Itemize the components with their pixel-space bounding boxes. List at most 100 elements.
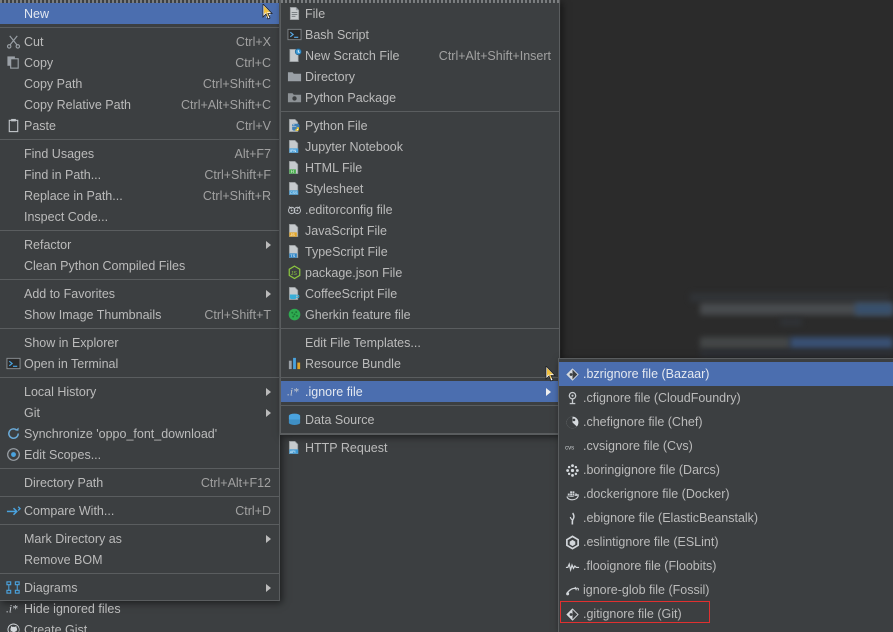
ignore-file-submenu[interactable]: .bzrignore file (Bazaar) .cfignore file (… — [558, 358, 893, 632]
menu-item-create-gist[interactable]: Create Gist... — [0, 619, 279, 632]
no-icon — [2, 552, 24, 568]
ignore-item-ignore-glob[interactable]: ignore-glob file (Fossil) — [559, 578, 893, 602]
ignore-item-eslintignore[interactable]: .eslintignore file (ESLint) — [559, 530, 893, 554]
new-item-ignore-file[interactable]: .i* .ignore file — [281, 381, 559, 402]
new-item-package-json-file[interactable]: JS package.json File — [281, 262, 559, 283]
ignore-item-dockerignore[interactable]: .dockerignore file (Docker) — [559, 482, 893, 506]
menu-item-remove-bom[interactable]: Remove BOM — [0, 549, 279, 570]
new-item-python-file[interactable]: Python File — [281, 115, 559, 136]
no-icon — [2, 531, 24, 547]
menu-item-label: Git — [24, 405, 40, 420]
menu-item-label: Remove BOM — [24, 552, 103, 567]
ignore-item-ebignore[interactable]: .ebignore file (ElasticBeanstalk) — [559, 506, 893, 530]
menu-separator — [0, 496, 279, 497]
ignore-item-cvsignore[interactable]: cvs .cvsignore file (Cvs) — [559, 434, 893, 458]
menu-item-show-image-thumbnails[interactable]: Show Image Thumbnails Ctrl+Shift+T — [0, 304, 279, 325]
menu-item-label: Replace in Path... — [24, 188, 123, 203]
menu-item-show-in-explorer[interactable]: Show in Explorer — [0, 332, 279, 353]
menu-item-replace-in-path[interactable]: Replace in Path... Ctrl+Shift+R — [0, 185, 279, 206]
ignore-icon: .i* — [283, 384, 305, 400]
menu-item-label: Refactor — [24, 237, 72, 252]
menu-item-mark-directory-as[interactable]: Mark Directory as — [0, 528, 279, 549]
menu-item-clean-python-compiled-files[interactable]: Clean Python Compiled Files — [0, 255, 279, 276]
no-icon — [283, 335, 305, 351]
menu-item-label: .ignore file — [305, 384, 363, 399]
menu-item-label: Open in Terminal — [24, 356, 119, 371]
new-item-bash-script[interactable]: Bash Script — [281, 24, 559, 45]
chevron-right-icon — [266, 583, 271, 592]
menu-separator — [0, 139, 279, 140]
ignore-item-boringignore[interactable]: .boringignore file (Darcs) — [559, 458, 893, 482]
ignore-item-bzrignore[interactable]: .bzrignore file (Bazaar) — [559, 362, 893, 386]
new-item-coffeescript-file[interactable]: CoffeeScript File — [281, 283, 559, 304]
menu-item-compare-with[interactable]: Compare With... Ctrl+D — [0, 500, 279, 521]
menu-item-hide-ignored-files[interactable]: .i* Hide ignored files — [0, 598, 279, 619]
ignore-item-gitignore[interactable]: .gitignore file (Git) — [559, 602, 893, 626]
menu-item-label: Copy Path — [24, 76, 83, 91]
new-item-data-source[interactable]: Data Source — [281, 409, 559, 430]
menu-item-synchronize[interactable]: Synchronize 'oppo_font_download' — [0, 423, 279, 444]
project-context-menu[interactable]: New Cut Ctrl+X Copy Ctrl+C Copy Path Ctrl+Shif… — [0, 0, 280, 632]
menu-item-copy-path[interactable]: Copy Path Ctrl+Shift+C — [0, 73, 279, 94]
new-item-http-request[interactable]: API HTTP Request — [281, 437, 559, 458]
menu-separator — [0, 279, 279, 280]
ignore-item-chefignore[interactable]: .chefignore file (Chef) — [559, 410, 893, 434]
menu-item-shortcut: Ctrl+Alt+Shift+C — [181, 97, 271, 112]
new-item-file[interactable]: File — [281, 3, 559, 24]
new-item-gherkin-feature-file[interactable]: Gherkin feature file — [281, 304, 559, 325]
new-item-directory[interactable]: Directory — [281, 66, 559, 87]
menu-item-diagrams[interactable]: Diagrams — [0, 577, 279, 598]
blurred-code-line — [790, 337, 893, 349]
menu-item-edit-scopes[interactable]: Edit Scopes... — [0, 444, 279, 465]
new-item-html-file[interactable]: H HTML File — [281, 157, 559, 178]
new-item-javascript-file[interactable]: JS JavaScript File — [281, 220, 559, 241]
menu-item-label: Diagrams — [24, 580, 78, 595]
docker-icon — [561, 486, 583, 502]
menu-item-label: .flooignore file (Floobits) — [583, 559, 717, 573]
menu-item-open-in-terminal[interactable]: Open in Terminal — [0, 353, 279, 374]
ts-icon: TS — [283, 244, 305, 260]
menu-item-copy[interactable]: Copy Ctrl+C — [0, 52, 279, 73]
menu-item-git[interactable]: Git — [0, 402, 279, 423]
new-item-python-package[interactable]: Python Package — [281, 87, 559, 108]
menu-item-label: Clean Python Compiled Files — [24, 258, 186, 273]
ignore-item-flooignore[interactable]: .flooignore file (Floobits) — [559, 554, 893, 578]
no-icon — [2, 209, 24, 225]
menu-item-label: New Scratch File — [305, 48, 400, 63]
new-item-resource-bundle[interactable]: Resource Bundle — [281, 353, 559, 374]
html-icon: H — [283, 160, 305, 176]
cucumber-icon — [283, 307, 305, 323]
menu-item-copy-relative-path[interactable]: Copy Relative Path Ctrl+Alt+Shift+C — [0, 94, 279, 115]
new-item-jupyter-notebook[interactable]: IPN Jupyter Notebook — [281, 136, 559, 157]
sync-icon — [2, 426, 24, 442]
menu-item-inspect-code[interactable]: Inspect Code... — [0, 206, 279, 227]
menu-item-label: Stylesheet — [305, 181, 364, 196]
new-item-stylesheet[interactable]: CSS Stylesheet — [281, 178, 559, 199]
svg-text:IPN: IPN — [290, 149, 297, 153]
menu-item-label: .cfignore file (CloudFoundry) — [583, 391, 741, 405]
menu-item-find-usages[interactable]: Find Usages Alt+F7 — [0, 143, 279, 164]
bazaar-icon — [561, 366, 583, 382]
ignore-item-cfignore[interactable]: .cfignore file (CloudFoundry) — [559, 386, 893, 410]
menu-item-directory-path[interactable]: Directory Path Ctrl+Alt+F12 — [0, 472, 279, 493]
menu-item-label: Python Package — [305, 90, 397, 105]
new-item-new-scratch-file[interactable]: New Scratch File Ctrl+Alt+Shift+Insert — [281, 45, 559, 66]
new-item-editorconfig-file[interactable]: .editorconfig file — [281, 199, 559, 220]
menu-item-new[interactable]: New — [0, 3, 279, 24]
menu-item-cut[interactable]: Cut Ctrl+X — [0, 31, 279, 52]
ignore-item-git-exclude[interactable]: exclude file (Git exclude) — [559, 626, 893, 632]
menu-item-local-history[interactable]: Local History — [0, 381, 279, 402]
menu-item-label: Edit Scopes... — [24, 447, 102, 462]
new-submenu[interactable]: File Bash Script New Scratch File Ctrl+Alt+… — [280, 0, 560, 455]
new-item-edit-file-templates[interactable]: Edit File Templates... — [281, 332, 559, 353]
menu-item-paste[interactable]: Paste Ctrl+V — [0, 115, 279, 136]
chevron-right-icon — [266, 408, 271, 417]
menu-item-label: Copy Relative Path — [24, 97, 132, 112]
new-item-typescript-file[interactable]: TS TypeScript File — [281, 241, 559, 262]
scope-icon — [2, 447, 24, 463]
menu-item-refactor[interactable]: Refactor — [0, 234, 279, 255]
menu-item-label: Directory Path — [24, 475, 104, 490]
menu-item-find-in-path[interactable]: Find in Path... Ctrl+Shift+F — [0, 164, 279, 185]
menu-item-add-to-favorites[interactable]: Add to Favorites — [0, 283, 279, 304]
menu-item-label: CoffeeScript File — [305, 286, 398, 301]
